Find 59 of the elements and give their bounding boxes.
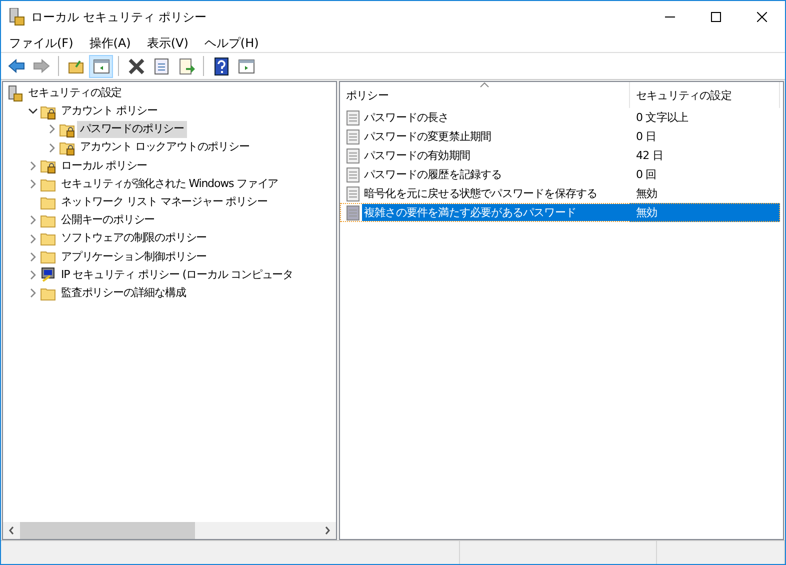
setting-value: 無効 [635, 186, 658, 202]
tree-item[interactable]: パスワードのポリシー [77, 121, 188, 138]
server-lock-icon [7, 84, 23, 102]
policy-row[interactable]: パスワードの有効期間 42 日 [340, 146, 783, 165]
tree-item[interactable]: 公開キーのポリシー [58, 212, 158, 229]
scrollbar-thumb[interactable] [20, 522, 195, 539]
delete-icon [126, 56, 146, 76]
column-header[interactable]: セキュリティの設定 [630, 82, 780, 108]
policy-row[interactable]: 暗号化を元に戻せる状態でパスワードを保存する 無効 [340, 184, 783, 203]
policy-icon [346, 128, 360, 144]
setting-value: 無効 [630, 203, 780, 222]
policy-icon [346, 186, 360, 202]
app-icon [9, 8, 25, 26]
maximize-icon [711, 12, 721, 22]
tree-item[interactable]: IP セキュリティ ポリシー (ローカル コンピュータ [58, 266, 296, 284]
properties-icon [152, 56, 170, 76]
policy-name: パスワードの変更禁止期間 [363, 129, 492, 145]
close-icon [757, 12, 767, 22]
tree-item[interactable]: ネットワーク リスト マネージャー ポリシー [58, 194, 270, 210]
setting-value: 42 日 [635, 148, 664, 164]
help-icon [212, 56, 230, 76]
tree-item[interactable]: アカウント ロックアウトのポリシー [77, 139, 252, 156]
forward-arrow-icon [32, 56, 50, 76]
policy-icon [346, 166, 360, 182]
policy-icon [346, 148, 360, 164]
menu-item[interactable]: ヘルプ(H) [196, 32, 267, 52]
tree-item[interactable]: 監査ポリシーの詳細な構成 [58, 284, 189, 302]
export-list-icon [176, 56, 196, 76]
tree-item[interactable]: アプリケーション制御ポリシー [58, 248, 210, 266]
tree-item[interactable]: セキュリティが強化された Windows ファイア [58, 176, 282, 192]
tree-item[interactable]: ローカル ポリシー [58, 158, 150, 174]
menu-item[interactable]: ファイル(F) [1, 32, 82, 52]
window-title: ローカル セキュリティ ポリシー [30, 8, 208, 26]
setting-value: 0 日 [635, 129, 658, 145]
policy-row[interactable]: パスワードの変更禁止期間 0 日 [340, 127, 783, 146]
policy-row[interactable]: パスワードの長さ 0 文字以上 [340, 108, 783, 127]
tree-item[interactable]: アカウント ポリシー [58, 103, 160, 120]
tree-pane-icon [92, 56, 110, 76]
tree-pane-button[interactable] [89, 54, 113, 78]
column-header[interactable]: ポリシー [340, 82, 630, 108]
policy-name: パスワードの履歴を記録する [363, 167, 503, 183]
policy-name: 複雑さの要件を満たす必要があるパスワード [362, 204, 630, 221]
setting-value: 0 文字以上 [635, 110, 690, 126]
tree-item[interactable]: セキュリティの設定 [25, 84, 125, 102]
computer-key-icon [40, 266, 56, 284]
policy-icon [346, 204, 360, 220]
action-pane-icon [236, 56, 256, 76]
menu-item[interactable]: 操作(A) [81, 32, 139, 52]
policy-row[interactable]: 複雑さの要件を満たす必要があるパスワード 無効 [340, 203, 780, 222]
policy-name: パスワードの有効期間 [363, 148, 472, 164]
tree-item[interactable]: ソフトウェアの制限のポリシー [58, 230, 210, 247]
policy-row[interactable]: パスワードの履歴を記録する 0 回 [340, 165, 783, 184]
policy-name: 暗号化を元に戻せる状態でパスワードを保存する [363, 186, 598, 202]
menu-item[interactable]: 表示(V) [138, 32, 196, 52]
policy-icon [346, 110, 360, 126]
horizontal-scrollbar[interactable] [3, 522, 336, 539]
policy-name: パスワードの長さ [363, 110, 450, 126]
setting-value: 0 回 [635, 167, 658, 183]
back-arrow-icon [6, 56, 26, 76]
